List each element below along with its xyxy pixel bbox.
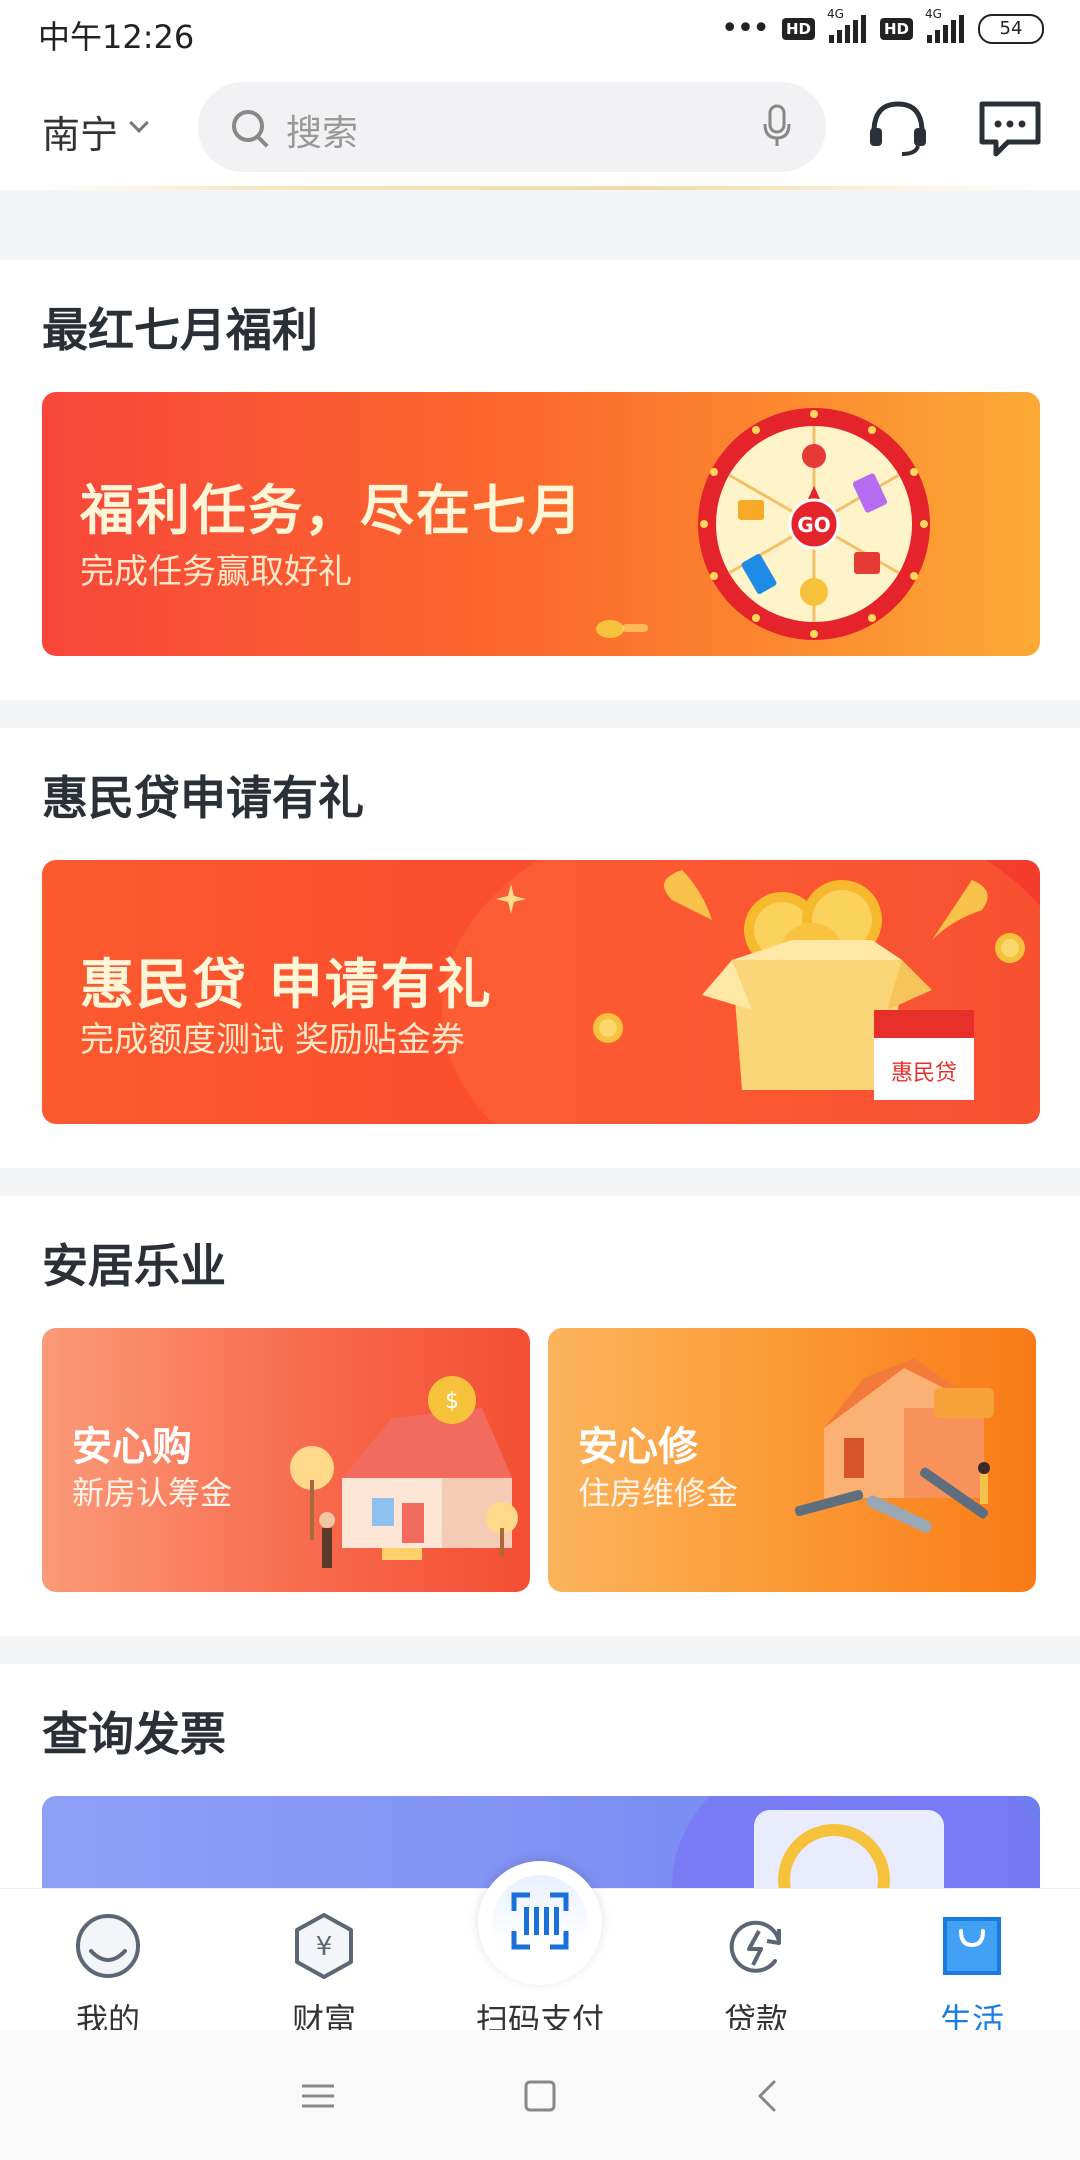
- life-icon: [943, 1917, 1001, 1975]
- card-title: 安心修: [578, 1424, 698, 1470]
- section-huiminloan: 惠民贷申请有礼 惠民贷 申请有礼 完成额度测试 奖励贴金券 惠民贷: [0, 728, 1080, 1168]
- bottom-navigation: 我的 ¥ 财富 扫码支付 贷款 生活: [0, 1861, 1080, 2039]
- svg-text:$: $: [445, 1389, 459, 1414]
- gift-box-icon: 惠民贷: [664, 870, 988, 1100]
- chevron-down-icon[interactable]: [129, 113, 149, 133]
- repair-tools-icon: [794, 1358, 994, 1533]
- wealth-icon: ¥: [295, 1913, 353, 1979]
- card-title: 安心购: [72, 1424, 192, 1470]
- customer-service-icon[interactable]: [866, 96, 930, 160]
- city-selector[interactable]: 南宁: [42, 104, 118, 159]
- coin-icon: [995, 933, 1025, 963]
- svg-text:惠民贷: 惠民贷: [891, 1061, 957, 1086]
- microphone-icon[interactable]: [762, 104, 792, 148]
- section-invoice: 查询发票: [0, 1664, 1080, 1916]
- banner-title: 惠民贷 申请有礼: [80, 953, 493, 1016]
- section-july-welfare: 最红七月福利 福利任务，尽在七月 完成任务赢取好礼 GO: [0, 260, 1080, 700]
- anxinxiu-card[interactable]: 安心修 住房维修金: [548, 1328, 1036, 1592]
- loan-icon: [729, 1920, 781, 1973]
- banner-title: 福利任务，尽在七月: [80, 479, 584, 542]
- hd-badge: HD: [781, 18, 815, 40]
- status-indicators: ••• HD 4G HD 4G 54: [720, 7, 1044, 46]
- search-input[interactable]: 搜索: [286, 104, 358, 156]
- message-icon[interactable]: [978, 98, 1042, 158]
- card-subtitle: 新房认筹金: [72, 1474, 233, 1512]
- profile-icon: [76, 1914, 140, 1978]
- menu-icon[interactable]: [298, 2076, 338, 2116]
- scan-button[interactable]: [478, 1861, 602, 1985]
- anxingou-card[interactable]: 安心购 新房认筹金 $: [42, 1328, 530, 1592]
- coin-icon: [593, 1013, 623, 1043]
- status-bar: 中午12:26 ••• HD 4G HD 4G 54: [0, 0, 1080, 66]
- app-header: 南宁 搜索: [0, 66, 1080, 190]
- banner-subtitle: 完成任务赢取好礼: [80, 552, 352, 592]
- scan-icon: [511, 1892, 569, 1950]
- card-subtitle: 住房维修金: [578, 1474, 739, 1512]
- more-dots-icon: •••: [720, 11, 770, 46]
- banner-subtitle: 完成额度测试 奖励贴金券: [80, 1020, 465, 1060]
- sparkle-icon: [496, 884, 526, 914]
- house-icon: $: [290, 1376, 518, 1568]
- svg-text:GO: GO: [797, 513, 830, 537]
- status-time: 中午12:26: [38, 18, 195, 56]
- search-bar[interactable]: 搜索: [198, 82, 826, 172]
- header-divider: [42, 186, 1038, 190]
- back-icon[interactable]: [748, 2076, 788, 2116]
- huiminloan-banner[interactable]: 惠民贷 申请有礼 完成额度测试 奖励贴金券 惠民贷: [42, 860, 1040, 1124]
- svg-text:¥: ¥: [316, 1932, 333, 1962]
- battery-icon: 54: [978, 14, 1044, 44]
- section-title: 安居乐业: [42, 1239, 226, 1293]
- hd-badge: HD: [879, 18, 913, 40]
- coin-icon: [596, 620, 648, 638]
- section-anjuleye: 安居乐业 安心购 新房认筹金 $ 安心修 住房维修金: [0, 1196, 1080, 1636]
- lucky-wheel-icon: GO: [698, 408, 930, 640]
- section-title: 查询发票: [42, 1707, 226, 1761]
- section-title: 最红七月福利: [42, 303, 318, 357]
- welfare-banner[interactable]: 福利任务，尽在七月 完成任务赢取好礼 GO: [42, 392, 1040, 656]
- system-navigation-bar: [0, 2030, 1080, 2160]
- signal-icon: 4G: [827, 7, 866, 43]
- section-title: 惠民贷申请有礼: [42, 771, 364, 825]
- home-icon[interactable]: [520, 2076, 560, 2116]
- signal-icon: 4G: [925, 7, 964, 43]
- search-icon: [232, 110, 264, 142]
